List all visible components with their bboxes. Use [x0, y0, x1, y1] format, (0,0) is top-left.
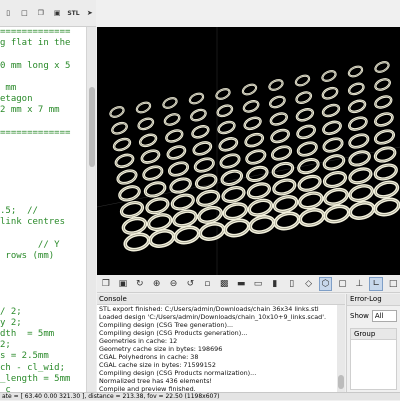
view-bottom-icon[interactable]: ▬ — [234, 277, 248, 291]
zoom-in-icon[interactable]: ⊕ — [150, 277, 164, 291]
chain-link — [298, 208, 326, 227]
chain-link — [198, 222, 226, 241]
new-file-icon[interactable]: ▯ — [2, 4, 14, 22]
export-stl-button[interactable]: STL — [67, 4, 79, 22]
view-all-icon[interactable]: ↻ — [133, 277, 147, 291]
view-toolbar: ❐ ▣ ↻ ⊕ ⊖ ↺ ▫ ▩ ▬ ▭ ▮ ▯ ◇ ⬡ ▢ ⊥ ∟ □ — [97, 275, 400, 293]
code-line: etagon — [0, 94, 33, 105]
3d-viewport[interactable] — [97, 27, 400, 275]
console-line: STL export finished: C:/Users/admin/Down… — [99, 305, 319, 313]
console-line: CGAL Polyhedrons in cache: 38 — [99, 353, 199, 361]
show-label: Show — [350, 312, 369, 320]
console-line: Geometry cache size in bytes: 198696 — [99, 345, 223, 353]
code-line: / 2; — [0, 306, 22, 317]
console-line: Compile and preview finished. — [99, 385, 196, 392]
render-cube-icon[interactable]: ▣ — [116, 277, 130, 291]
render-icon[interactable]: ▣ — [51, 4, 63, 22]
console-line: Geometries in cache: 12 — [99, 337, 178, 345]
chain-link — [173, 225, 201, 245]
code-line: ============= — [0, 27, 71, 37]
chain-link — [123, 232, 151, 252]
error-log-table: Group — [350, 328, 397, 390]
chain-link — [323, 204, 351, 224]
code-line: g flat in the — [0, 38, 71, 49]
orthogonal-icon[interactable]: ▢ — [335, 277, 349, 291]
send-icon[interactable]: ➤ — [84, 4, 96, 22]
reset-view-icon[interactable]: ↺ — [183, 277, 197, 291]
code-line: // Y — [0, 239, 60, 250]
error-log-panel: Error-Log Show All Group — [346, 294, 400, 392]
show-filter-select[interactable]: All — [371, 310, 397, 322]
main-toolbar: ▯ □ ❐ ▣ STL ➤ — [0, 0, 96, 27]
code-line: link centres — [0, 217, 66, 228]
view-front-icon[interactable]: ▮ — [268, 277, 282, 291]
console-line: Compiling design (CSG Tree generation)..… — [99, 321, 234, 329]
console-output: STL export finished: C:/Users/admin/Down… — [97, 305, 337, 392]
show-axes-icon[interactable]: ⊥ — [352, 277, 366, 291]
console-line: Compiling design (CSG Products normaliza… — [99, 369, 257, 377]
open-file-icon[interactable]: □ — [18, 4, 30, 22]
code-line: _length = 5mm — [0, 373, 71, 384]
view-top-icon[interactable]: ▩ — [217, 277, 231, 291]
chain-link — [148, 229, 176, 248]
code-editor[interactable]: ============= g flat in the 0 mm long x 5 … — [0, 27, 86, 392]
code-line: y 2; — [0, 317, 22, 328]
console-scrollbar[interactable] — [337, 305, 345, 392]
chain-mail-render — [97, 27, 400, 275]
chain-link — [348, 201, 376, 220]
chain-link — [248, 215, 276, 234]
code-line: s = 2.5mm — [0, 351, 49, 362]
console-line: Loaded design 'C:/Users/admin/Downloads/… — [99, 313, 327, 321]
code-line: mm — [0, 82, 17, 93]
zoom-out-icon[interactable]: ⊖ — [167, 277, 181, 291]
status-bar: ate = [ 63.40 0.00 321.30 ], distance = … — [0, 392, 400, 400]
perspective-icon[interactable]: ⬡ — [318, 276, 333, 291]
code-line: .5; // — [0, 206, 38, 216]
view-left-icon[interactable]: ▭ — [251, 277, 265, 291]
view-back-icon[interactable]: ▯ — [285, 277, 299, 291]
editor-scrollbar[interactable] — [86, 27, 96, 392]
code-line: 2 mm x 7 mm — [0, 105, 60, 116]
console-line: Normalized tree has 436 elements! — [99, 377, 212, 385]
code-line: 0 mm long x 5 — [0, 60, 71, 71]
code-line: ============= — [0, 127, 71, 138]
chain-link — [273, 211, 301, 231]
view-right-icon[interactable]: ▫ — [200, 277, 214, 291]
console-line: CGAL cache size in bytes: 71599152 — [99, 361, 216, 369]
code-line: rows (mm) — [0, 250, 55, 261]
view-diagonal-icon[interactable]: ◇ — [302, 277, 316, 291]
show-scales-icon[interactable]: ∟ — [369, 276, 384, 291]
chain-link — [223, 218, 251, 238]
code-line: ch - cl_wid; — [0, 362, 66, 373]
console-line: Compiling design (CSG Products generatio… — [99, 329, 248, 337]
code-line: 2; — [0, 340, 11, 351]
error-log-title: Error-Log — [347, 294, 400, 306]
preview-icon[interactable]: ❐ — [99, 277, 113, 291]
code-line: dth = 5mm — [0, 329, 55, 340]
show-edges-icon[interactable]: □ — [386, 277, 400, 291]
group-column-header[interactable]: Group — [351, 329, 396, 340]
code-line: _c — [0, 385, 11, 392]
console-title: Console — [97, 294, 345, 305]
cube-preview-icon[interactable]: ❐ — [35, 4, 47, 22]
